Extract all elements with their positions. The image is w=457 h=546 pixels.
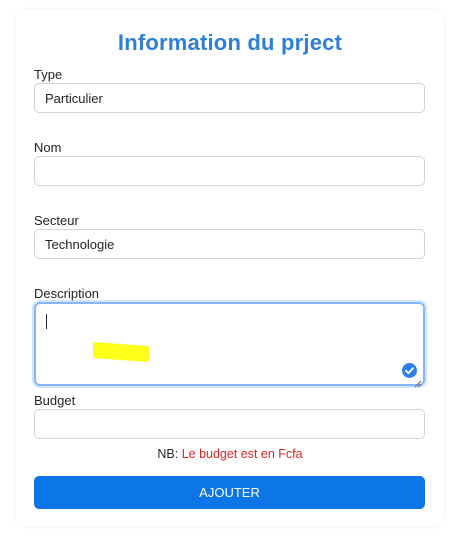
text-caret <box>46 314 47 329</box>
note-prefix: NB: <box>157 447 182 461</box>
secteur-input[interactable] <box>34 229 425 259</box>
type-input[interactable] <box>34 83 425 113</box>
note-text: Le budget est en Fcfa <box>181 447 303 461</box>
resize-handle-icon[interactable] <box>414 375 422 388</box>
budget-note: NB: Le budget est en Fcfa <box>16 447 444 461</box>
budget-label: Budget <box>34 393 76 408</box>
ajouter-button[interactable]: AJOUTER <box>34 476 425 509</box>
nom-label: Nom <box>34 140 62 155</box>
form-title: Information du prject <box>117 30 343 55</box>
budget-input[interactable] <box>34 409 425 439</box>
project-form-card: Information du prject Type Nom Secteur D… <box>16 10 444 526</box>
description-label: Description <box>34 286 100 301</box>
nom-input[interactable] <box>34 156 425 186</box>
highlight-mark <box>93 342 149 362</box>
type-label: Type <box>34 67 63 82</box>
description-textarea[interactable] <box>34 302 425 388</box>
secteur-label: Secteur <box>34 213 79 228</box>
